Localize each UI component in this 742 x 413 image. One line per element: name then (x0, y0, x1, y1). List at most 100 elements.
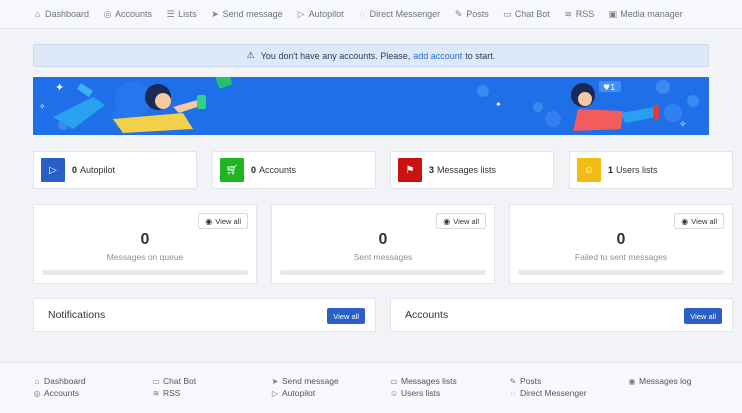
svg-text:✦: ✦ (55, 81, 64, 94)
flag-icon: ⚑ (398, 158, 422, 182)
nav-label: Chat Bot (514, 9, 550, 19)
messenger-icon: ◌ (510, 388, 516, 398)
view-all-button[interactable]: ◉ View all (674, 213, 724, 229)
metric-value: 0 (378, 231, 388, 248)
footer-label: Autopilot (282, 388, 316, 398)
nav-label: Media manager (620, 9, 683, 19)
messages-icon: ▭ (390, 376, 398, 386)
progress-bar (280, 270, 486, 275)
nav-send-message[interactable]: ➤ Send message (211, 8, 283, 19)
nav-label: Autopilot (308, 9, 344, 19)
progress-bar (42, 270, 248, 275)
play-icon: ▷ (271, 388, 279, 398)
send-icon: ➤ (271, 376, 279, 386)
nav-label: Accounts (115, 9, 153, 19)
alert-text-suffix: to start. (465, 50, 496, 61)
metric-caption: Failed to sent messages (574, 252, 668, 262)
footer-label: Chat Bot (163, 376, 197, 386)
card-messages-on-queue: ◉ View all 0 Messages on queue (33, 204, 257, 284)
nav-label: Dashboard (45, 9, 90, 19)
account-icon: ◎ (33, 388, 41, 398)
footer-label: RSS (163, 388, 181, 398)
accounts-view-all-button[interactable]: View all (684, 308, 722, 324)
nav-dashboard[interactable]: ⌂ Dashboard (33, 9, 89, 19)
footer-messages-lists[interactable]: ▭ Messages lists (390, 376, 457, 386)
nav-accounts[interactable]: ◎ Accounts (103, 9, 152, 19)
nav-autopilot[interactable]: ▷ Autopilot (297, 9, 344, 19)
chat-icon: ▭ (502, 8, 512, 19)
footer-send-message[interactable]: ➤ Send message (271, 376, 339, 386)
footer-label: Users lists (401, 388, 441, 398)
svg-text:✦: ✦ (495, 100, 502, 109)
stat-label: Users lists (616, 165, 658, 175)
footer-label: Messages log (639, 376, 692, 386)
footer-direct-messenger[interactable]: ◌ Direct Messenger (509, 388, 587, 398)
alert-text: You don't have any accounts. Please, (260, 50, 411, 61)
metric-caption: Sent messages (353, 252, 413, 262)
stat-value: 1 (608, 165, 614, 175)
stat-messages-lists[interactable]: ⚑ 3 Messages lists (390, 151, 554, 189)
notifications-view-all-button[interactable]: View all (327, 308, 365, 324)
card-failed-messages: ◉ View all 0 Failed to sent messages (509, 204, 733, 284)
stat-label: Autopilot (80, 165, 116, 175)
pencil-icon: ✎ (509, 376, 517, 386)
nav-chat-bot[interactable]: ▭ Chat Bot (503, 9, 550, 19)
stat-label: Messages lists (437, 165, 497, 175)
nav-lists[interactable]: ☰ Lists (166, 9, 197, 19)
nav-label: Direct Messenger (369, 9, 441, 19)
list-icon: ☰ (166, 8, 175, 19)
warning-icon: ⚠ (246, 50, 255, 60)
messenger-icon: ◌ (359, 8, 365, 19)
svg-text:✧: ✧ (39, 102, 46, 111)
metric-value: 0 (616, 231, 626, 248)
stat-autopilot[interactable]: ▷ 0 Autopilot (33, 151, 197, 189)
eye-icon: ◉ (443, 216, 451, 226)
home-icon: ⌂ (34, 376, 40, 386)
nav-direct-messenger[interactable]: ◌ Direct Messenger (358, 8, 441, 19)
footer-accounts[interactable]: ◎ Accounts (33, 388, 79, 398)
footer-label: Accounts (44, 388, 79, 398)
nav-label: Lists (178, 9, 197, 19)
notifications-panel: Notifications View all (33, 298, 376, 332)
nav-rss[interactable]: ≋ RSS (564, 9, 595, 19)
footer-chat-bot[interactable]: ▭ Chat Bot (152, 376, 196, 386)
footer-users-lists[interactable]: ☺ Users lists (390, 388, 440, 398)
nav-media-manager[interactable]: ▣ Media manager (608, 9, 683, 19)
home-icon: ⌂ (34, 8, 41, 19)
footer-dashboard[interactable]: ⌂ Dashboard (33, 376, 86, 386)
footer-autopilot[interactable]: ▷ Autopilot (271, 388, 315, 398)
view-all-button[interactable]: ◉ View all (198, 213, 248, 229)
panel-title: Notifications (48, 309, 106, 321)
nav-label: Send message (222, 9, 283, 19)
send-icon: ➤ (211, 8, 219, 19)
stat-label: Accounts (259, 165, 297, 175)
metric-value: 0 (140, 231, 150, 248)
users-icon: ☺ (390, 388, 399, 398)
account-icon: ◎ (103, 8, 112, 19)
add-account-link[interactable]: add account (413, 51, 462, 61)
stat-accounts[interactable]: 🛒︎ 0 Accounts (212, 151, 376, 189)
footer-label: Posts (520, 376, 542, 386)
stat-users-lists[interactable]: ☺ 1 Users lists (569, 151, 733, 189)
rss-icon: ≋ (152, 388, 160, 398)
footer-label: Dashboard (44, 376, 86, 386)
users-icon: ☺ (577, 158, 601, 182)
eye-icon: ◉ (205, 216, 213, 226)
panel-title: Accounts (405, 309, 449, 321)
footer-nav: ⌂ Dashboard ◎ Accounts ▭ Chat Bot ≋ RSS ➤ Sen… (0, 362, 742, 413)
pencil-icon: ✎ (454, 8, 463, 19)
footer-messages-log[interactable]: ◉ Messages log (628, 376, 692, 386)
nav-label: RSS (575, 9, 595, 19)
footer-label: Send message (282, 376, 339, 386)
accounts-panel: Accounts View all (390, 298, 733, 332)
footer-posts[interactable]: ✎ Posts (509, 376, 542, 386)
stat-value: 3 (429, 165, 435, 175)
svg-text:✧: ✧ (679, 120, 687, 130)
metric-caption: Messages on queue (106, 252, 184, 262)
eye-icon: ◉ (681, 216, 689, 226)
view-all-button[interactable]: ◉ View all (436, 213, 486, 229)
banner-illustration: ✦ ✧ ✦ ✧ ♥1 (33, 77, 709, 135)
nav-posts[interactable]: ✎ Posts (454, 9, 489, 19)
top-nav: ⌂ Dashboard ◎ Accounts ☰ Lists ➤ Send messag… (0, 0, 742, 29)
footer-rss[interactable]: ≋ RSS (152, 388, 181, 398)
